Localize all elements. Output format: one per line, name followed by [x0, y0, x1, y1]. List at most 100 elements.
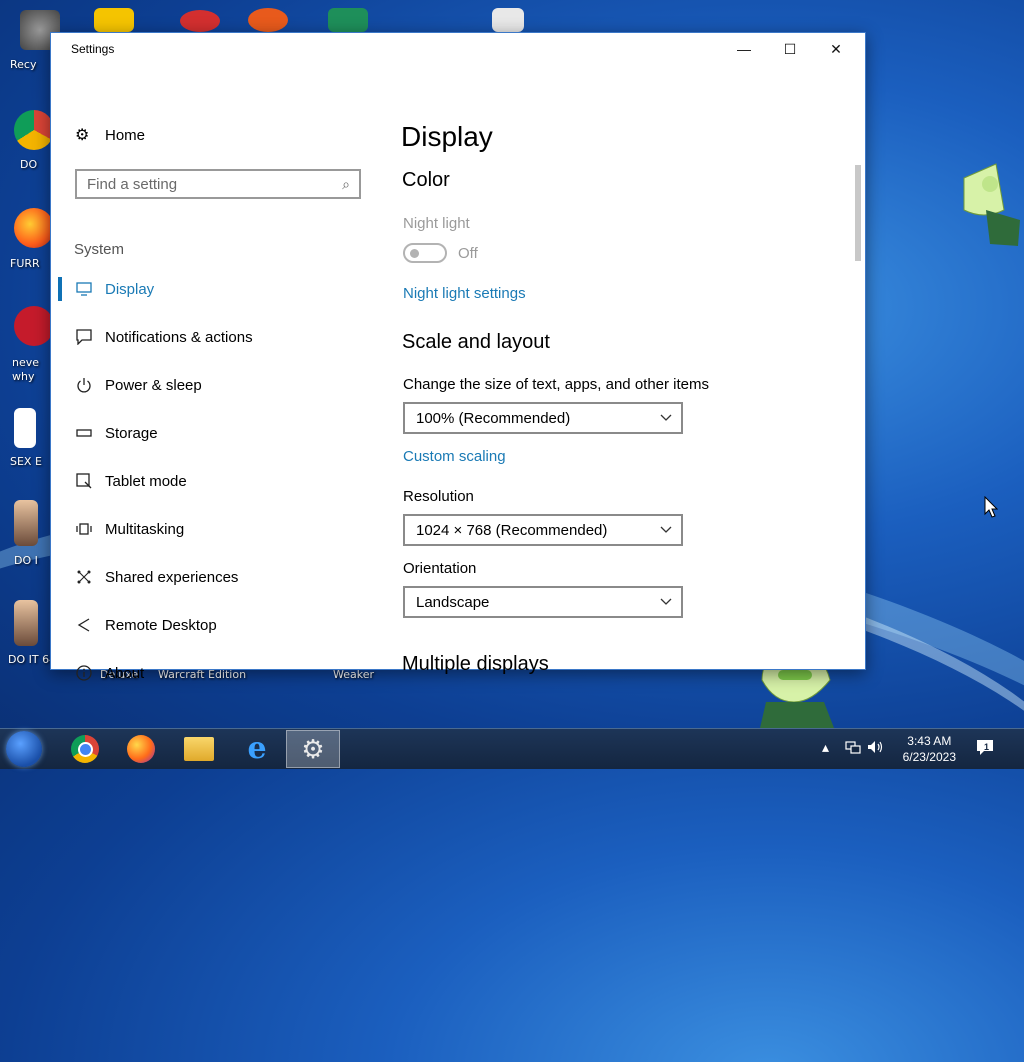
nav-item-label: Multitasking	[105, 520, 185, 538]
nav-item-label: Power & sleep	[105, 376, 202, 394]
clock-time: 3:43 AM	[907, 734, 952, 748]
desktop-label: why	[12, 370, 35, 383]
nav-item-label: Display	[105, 280, 155, 298]
close-icon: ✕	[830, 40, 842, 57]
search-icon[interactable]: ⌕	[333, 176, 359, 193]
taskbar-clock[interactable]: 3:43 AM 6/23/2023	[903, 733, 956, 765]
settings-icon: ⚙	[301, 734, 325, 764]
orientation-dropdown[interactable]: Landscape	[403, 586, 683, 618]
maximize-icon: ☐	[783, 40, 797, 57]
taskbar-internet-explorer[interactable]: e	[230, 730, 284, 768]
remote-icon	[75, 616, 93, 634]
scale-dropdown[interactable]: 100% (Recommended)	[403, 402, 683, 434]
night-light-toggle[interactable]	[403, 243, 447, 263]
tablet-icon	[75, 472, 93, 490]
chevron-down-icon	[651, 411, 681, 425]
resolution-dropdown[interactable]: 1024 × 768 (Recommended)	[403, 514, 683, 546]
show-hidden-icons-icon[interactable]: ▴	[822, 739, 829, 756]
nav-item-label: Remote Desktop	[105, 616, 217, 634]
settings-window: Settings — ☐ ✕ ⚙ Home ⌕ System Display N…	[50, 32, 866, 682]
desktop-label: DO IT 64	[8, 653, 57, 666]
notification-center-icon[interactable]: 1	[976, 739, 996, 757]
taskbar-settings[interactable]: ⚙	[286, 730, 340, 768]
power-icon	[75, 376, 93, 394]
desktop-app-icon[interactable]	[180, 10, 220, 32]
search-box[interactable]: ⌕	[75, 169, 361, 199]
dc-desktop-icon[interactable]	[14, 306, 54, 346]
nav-item-notifications[interactable]: Notifications & actions	[51, 315, 381, 359]
message-icon	[75, 328, 93, 346]
nav-item-label: Notifications & actions	[105, 328, 253, 346]
chrome-icon	[71, 735, 99, 763]
nav-item-remote-desktop[interactable]: Remote Desktop	[51, 603, 381, 647]
mascot-sticker-icon	[960, 160, 1024, 250]
taskbar-explorer[interactable]	[172, 730, 226, 768]
desktop-app-icon[interactable]	[248, 8, 288, 32]
nav-item-power-sleep[interactable]: Power & sleep	[51, 363, 381, 407]
desktop-app-icon[interactable]	[492, 8, 524, 32]
custom-scaling-link[interactable]: Custom scaling	[403, 448, 506, 465]
multiple-displays-heading: Multiple displays	[402, 653, 549, 675]
notification-count: 1	[984, 742, 990, 752]
window-title: Settings	[71, 42, 115, 56]
volume-icon[interactable]	[867, 739, 885, 758]
desktop-app-icon[interactable]	[94, 8, 134, 32]
internet-explorer-icon: e	[247, 731, 267, 766]
toggle-knob	[410, 249, 419, 258]
night-light-settings-link[interactable]: Night light settings	[403, 285, 526, 302]
scale-heading: Scale and layout	[402, 331, 550, 353]
nav-item-label: Shared experiences	[105, 568, 239, 586]
firefox-icon	[127, 735, 155, 763]
nav-item-storage[interactable]: Storage	[51, 411, 381, 455]
taskbar-chrome[interactable]	[58, 730, 112, 768]
shared-icon	[75, 568, 93, 586]
nav-item-about[interactable]: About	[51, 651, 381, 695]
maximize-button[interactable]: ☐	[767, 33, 813, 65]
network-icon[interactable]	[845, 739, 861, 758]
nav-item-shared-experiences[interactable]: Shared experiences	[51, 555, 381, 599]
multitasking-icon	[75, 520, 93, 538]
taskbar: e ⚙ ▴ 3:43 AM 6/23/2023 1	[0, 728, 1024, 769]
night-light-label: Night light	[403, 215, 470, 232]
nav-item-display[interactable]: Display	[51, 267, 381, 311]
nav-item-tablet-mode[interactable]: Tablet mode	[51, 459, 381, 503]
explorer-icon	[184, 737, 214, 761]
portrait-desktop-icon[interactable]	[14, 600, 38, 646]
home-link[interactable]: ⚙ Home	[75, 127, 145, 144]
nav-item-label: Storage	[105, 424, 158, 442]
resolution-label: Resolution	[403, 488, 474, 505]
close-button[interactable]: ✕	[813, 33, 859, 65]
page-title: Display	[401, 121, 493, 152]
clock-date: 6/23/2023	[902, 750, 956, 764]
scrollbar[interactable]	[855, 165, 861, 261]
nav-item-label: Tablet mode	[105, 472, 187, 490]
chevron-down-icon	[651, 523, 681, 537]
minimize-icon: —	[737, 41, 751, 57]
settings-nav: ⚙ Home ⌕ System Display Notifications & …	[51, 65, 381, 682]
chrome-desktop-icon[interactable]	[14, 110, 54, 150]
minimize-button[interactable]: —	[721, 33, 767, 65]
hx-desktop-icon[interactable]	[14, 408, 36, 448]
mouse-cursor-icon	[984, 495, 999, 523]
taskbar-firefox[interactable]	[114, 730, 168, 768]
portrait-desktop-icon[interactable]	[14, 500, 38, 546]
title-bar[interactable]: Settings — ☐ ✕	[51, 33, 865, 65]
desktop-label: FURR	[10, 257, 40, 270]
desktop-label: DO I	[14, 554, 38, 567]
night-light-state: Off	[458, 245, 478, 262]
orientation-value: Landscape	[416, 593, 490, 611]
orientation-label: Orientation	[403, 560, 477, 577]
desktop-label: Recy	[10, 58, 37, 71]
start-button[interactable]	[6, 731, 42, 767]
nav-item-multitasking[interactable]: Multitasking	[51, 507, 381, 551]
home-label: Home	[105, 127, 146, 144]
firefox-desktop-icon[interactable]	[14, 208, 54, 248]
resolution-value: 1024 × 768 (Recommended)	[416, 521, 608, 539]
scale-value: 100% (Recommended)	[416, 409, 571, 427]
active-indicator	[58, 277, 62, 301]
desktop-label: SEX E	[10, 455, 42, 468]
scale-label: Change the size of text, apps, and other…	[403, 376, 710, 393]
desktop-app-icon[interactable]	[328, 8, 368, 32]
storage-icon	[75, 424, 93, 442]
search-input[interactable]	[77, 174, 333, 194]
